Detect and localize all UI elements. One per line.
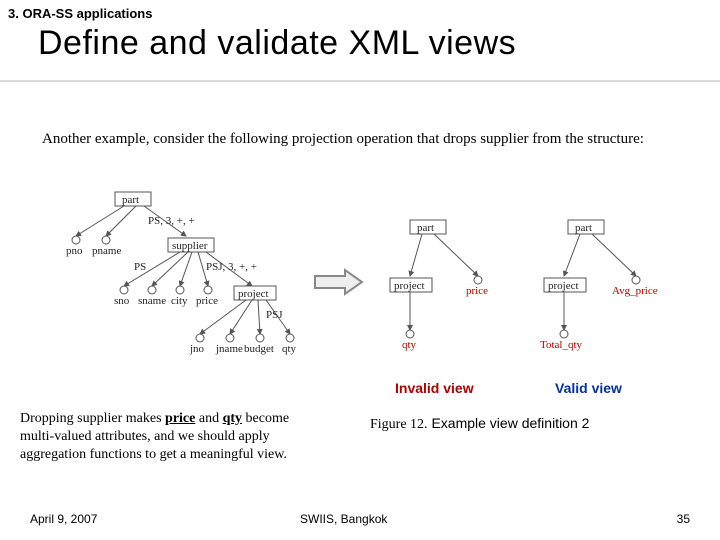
mid-price: price <box>466 285 488 297</box>
right-project: project <box>548 280 579 292</box>
diagram-area: part PS, 3, +, + pno pname supplier PS P… <box>40 190 680 380</box>
attr-budget: budget <box>244 343 274 355</box>
edge-psj2: PSJ <box>266 309 283 321</box>
attr-pname: pname <box>92 245 121 257</box>
node-project: project <box>238 288 269 300</box>
title-rule <box>0 80 720 82</box>
node-part: part <box>122 194 139 206</box>
section-label: 3. ORA-SS applications <box>8 6 152 21</box>
attr-sno: sno <box>114 295 130 307</box>
caption-invalid: Invalid view <box>395 380 474 396</box>
footer-date: April 9, 2007 <box>30 512 97 526</box>
figure-caption-text: Example view definition 2 <box>428 415 590 431</box>
caption-valid: Valid view <box>555 380 622 396</box>
edge-ps: PS, 3, +, + <box>148 215 195 227</box>
right-tree: part project Avg_price Total_qty <box>540 220 658 351</box>
edge-psj: PSJ, 3, +, + <box>206 261 257 273</box>
figure-caption-prefix: Figure 12. <box>370 417 428 432</box>
middle-tree: part project price qty <box>390 220 488 351</box>
right-avgprice: Avg_price <box>612 285 658 297</box>
right-totalqty: Total_qty <box>540 339 583 351</box>
edge-ps2: PS <box>134 261 146 273</box>
diagram-svg: part PS, 3, +, + pno pname supplier PS P… <box>40 190 680 380</box>
mid-part: part <box>417 222 434 234</box>
mid-project: project <box>394 280 425 292</box>
attr-qty: qty <box>282 343 297 355</box>
page-title: Define and validate XML views <box>38 24 516 63</box>
note-text: Dropping supplier makes price and qty be… <box>20 410 315 465</box>
attr-pno: pno <box>66 245 83 257</box>
attr-sname: sname <box>138 295 166 307</box>
attr-jno: jno <box>189 343 205 355</box>
mid-qty: qty <box>402 339 417 351</box>
node-supplier: supplier <box>172 240 208 252</box>
attr-jname: jname <box>215 343 243 355</box>
note-mid: and <box>195 411 222 426</box>
left-tree: part PS, 3, +, + pno pname supplier PS P… <box>66 192 297 355</box>
transform-arrow <box>315 270 362 294</box>
intro-text: Another example, consider the following … <box>42 130 672 149</box>
note-qty: qty <box>223 411 242 426</box>
figure-caption: Figure 12. Example view definition 2 <box>370 415 589 433</box>
footer-venue: SWIIS, Bangkok <box>300 512 387 526</box>
note-price: price <box>165 411 195 426</box>
right-part: part <box>575 222 592 234</box>
note-pre: Dropping supplier makes <box>20 411 165 426</box>
attr-city: city <box>171 295 188 307</box>
footer-page: 35 <box>677 512 690 526</box>
attr-price: price <box>196 295 218 307</box>
